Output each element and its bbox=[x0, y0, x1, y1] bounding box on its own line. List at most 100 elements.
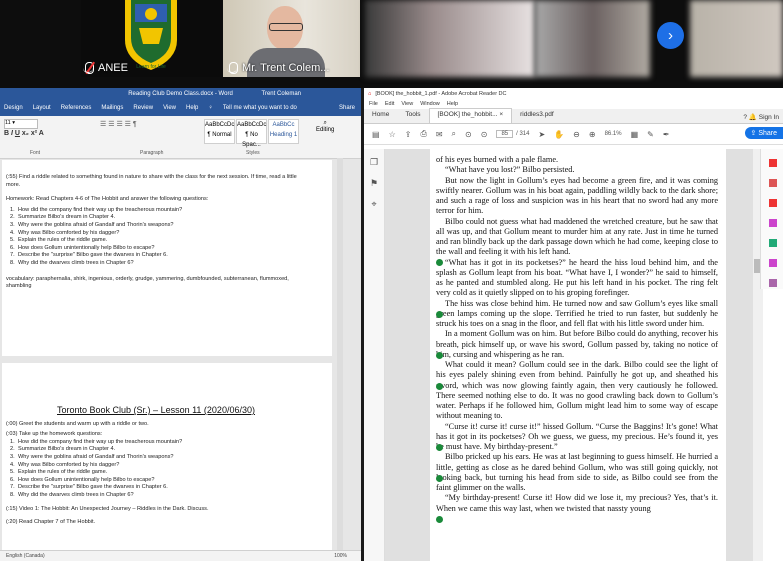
bookmark-star-icon[interactable]: ☆ bbox=[389, 130, 396, 139]
tab-review[interactable]: Review bbox=[133, 105, 153, 111]
upload-icon[interactable]: ⇪ bbox=[405, 130, 412, 139]
word-title-bar: Reading Club Demo Class.docx - Word Tren… bbox=[0, 88, 361, 100]
bookmarks-panel-icon[interactable]: ⚑ bbox=[364, 178, 384, 189]
word-title: Reading Club Demo Class.docx - Word bbox=[128, 91, 233, 97]
next-page-icon[interactable]: ⊙ bbox=[481, 130, 488, 139]
school-logo: Learn for Life bbox=[125, 0, 177, 70]
create-pdf-icon[interactable]: ▤ bbox=[372, 130, 380, 139]
video-line: (:15) Video 1: The Hobbit: An Unexpected… bbox=[6, 505, 209, 512]
select-cursor-icon[interactable]: ➤ bbox=[538, 130, 545, 139]
zoom-in-icon[interactable]: ⊕ bbox=[589, 130, 596, 139]
annotation-dot[interactable] bbox=[436, 516, 443, 523]
paragraph-group-label: Paragraph bbox=[140, 150, 164, 156]
mic-icon bbox=[227, 62, 238, 74]
find-icon[interactable]: ⌕ bbox=[452, 129, 456, 139]
pdf-paragraph: But now the light in Gollum’s eyes had b… bbox=[436, 175, 718, 216]
zoom-level[interactable]: 100% bbox=[334, 553, 347, 559]
greet-line: (:00) Greet the students and warm up wit… bbox=[6, 420, 149, 427]
menu-edit[interactable]: Edit bbox=[385, 101, 394, 107]
style-heading1[interactable]: AaBbCc Heading 1 bbox=[268, 119, 299, 144]
export-pdf-icon[interactable] bbox=[769, 159, 777, 167]
video-tile-anee[interactable]: Learn for Life ANEE bbox=[81, 0, 222, 77]
pages-panel-icon[interactable]: ❐ bbox=[364, 157, 384, 168]
tab-design[interactable]: Design bbox=[4, 105, 23, 111]
video-tile-blurred-2[interactable] bbox=[535, 0, 650, 77]
organize-pages-icon[interactable] bbox=[769, 239, 777, 247]
language-status: English (Canada) bbox=[6, 553, 45, 559]
tab-help[interactable]: Help bbox=[186, 105, 198, 111]
pdf-window: ⌂ [BOOK] the_hobbit_1.pdf - Adobe Acroba… bbox=[364, 88, 783, 561]
pdf-title: [BOOK] the_hobbit_1.pdf - Adobe Acrobat … bbox=[375, 90, 507, 97]
menu-window[interactable]: Window bbox=[420, 101, 440, 107]
word-ribbon: 11 ▾ B I U x₂ x² A ☰ ☰ ☰ ☰ ¶ AaBbCcDc ¶ N… bbox=[0, 116, 361, 159]
paragraph-buttons[interactable]: ☰ ☰ ☰ ☰ ¶ bbox=[100, 120, 137, 128]
tell-me-box[interactable]: Tell me what you want to do bbox=[223, 105, 297, 111]
tab-riddles-pdf[interactable]: riddles3.pdf bbox=[512, 109, 562, 123]
annotation-dot[interactable] bbox=[436, 311, 443, 318]
zoom-level-field[interactable]: 86.1% bbox=[605, 131, 622, 137]
print-icon[interactable]: ⎙ bbox=[420, 129, 426, 139]
word-window: Reading Club Demo Class.docx - Word Tren… bbox=[0, 88, 361, 561]
tab-references[interactable]: References bbox=[61, 105, 92, 111]
fit-page-icon[interactable]: ▦ bbox=[631, 130, 639, 139]
word-share-button[interactable]: Share bbox=[339, 105, 355, 111]
pdf-tool-pane bbox=[760, 149, 783, 289]
envelope-icon[interactable]: ✉ bbox=[436, 130, 443, 139]
word-scrollbar[interactable] bbox=[337, 158, 343, 553]
prev-page-icon[interactable]: ⊙ bbox=[465, 130, 472, 139]
video-tile-trent[interactable]: Mr. Trent Colem... bbox=[223, 0, 360, 77]
pdf-paragraph: Bilbo could not guess what had maddened … bbox=[436, 216, 718, 257]
sign-icon[interactable]: ✒ bbox=[663, 130, 670, 139]
tab-layout[interactable]: Layout bbox=[33, 105, 51, 111]
annotation-dot[interactable] bbox=[436, 259, 443, 266]
pdf-left-panel: ❐ ⚑ ⌖ bbox=[364, 149, 385, 561]
more-tools-icon[interactable] bbox=[769, 279, 777, 287]
style-normal[interactable]: AaBbCcDc ¶ Normal bbox=[204, 119, 235, 144]
edit-pdf-icon[interactable] bbox=[769, 199, 777, 207]
hand-tool-icon[interactable]: ✋ bbox=[554, 130, 564, 139]
pdf-paragraph: “What has it got in its pocketses?” he h… bbox=[436, 257, 718, 298]
annotation-dot[interactable] bbox=[436, 444, 443, 451]
sign-in-link[interactable]: ? 🔔 Sign In bbox=[743, 113, 779, 123]
word-page-2[interactable]: Toronto Book Club (Sr.) – Lesson 11 (202… bbox=[2, 363, 332, 553]
zoom-out-icon[interactable]: ⊖ bbox=[573, 130, 580, 139]
tab-hobbit-pdf[interactable]: [BOOK] the_hobbit... × bbox=[428, 108, 513, 123]
annotation-dot[interactable] bbox=[436, 352, 443, 359]
tab-view[interactable]: View bbox=[163, 105, 176, 111]
tab-home[interactable]: Home bbox=[364, 109, 397, 123]
page-number-field[interactable]: 85 bbox=[496, 130, 514, 138]
lightbulb-icon: ♀ bbox=[208, 105, 213, 111]
pdf-paragraph: “What have you lost?” Bilbo persisted. bbox=[445, 165, 575, 175]
style-no-spacing[interactable]: AaBbCcDc ¶ No Spac... bbox=[236, 119, 267, 148]
pdf-paragraph: What could it mean? Gollum could see in … bbox=[436, 360, 718, 421]
editing-button[interactable]: ⌕ Editing bbox=[316, 120, 334, 133]
next-page-arrow-icon[interactable]: › bbox=[657, 22, 684, 49]
mic-muted-icon bbox=[83, 62, 94, 74]
pdf-share-button[interactable]: ⇪ Share bbox=[744, 127, 783, 139]
annotation-dot[interactable] bbox=[436, 475, 443, 482]
vocab-line: vocabulary: paraphernalia, shirk, ingeni… bbox=[6, 275, 289, 290]
pdf-paragraph: Bilbo pricked up his ears. He was at las… bbox=[436, 452, 718, 492]
create-pdf-tool-icon[interactable] bbox=[769, 179, 777, 187]
participant-name: ANEE bbox=[98, 62, 128, 74]
font-format-buttons[interactable]: B I U x₂ x² A bbox=[4, 130, 44, 137]
menu-help[interactable]: Help bbox=[447, 101, 458, 107]
menu-file[interactable]: File bbox=[369, 101, 378, 107]
video-tile-blurred-3[interactable] bbox=[690, 0, 783, 77]
fill-sign-icon[interactable] bbox=[769, 259, 777, 267]
font-group-label: Font bbox=[30, 150, 41, 156]
tab-tools[interactable]: Tools bbox=[397, 109, 428, 123]
attachments-panel-icon[interactable]: ⌖ bbox=[364, 199, 384, 210]
word-page-1[interactable]: (:55) Find a riddle related to something… bbox=[2, 160, 332, 356]
homework-line: Homework: Read Chapters 4-6 of The Hobbi… bbox=[6, 196, 209, 203]
video-tile-blurred-1[interactable] bbox=[365, 0, 535, 77]
tab-mailings[interactable]: Mailings bbox=[101, 105, 123, 111]
pdf-menu-bar: File Edit View Window Help bbox=[364, 99, 783, 109]
annotation-dot[interactable] bbox=[436, 383, 443, 390]
menu-view[interactable]: View bbox=[401, 101, 413, 107]
pdf-page-text[interactable]: of his eyes burned with a pale flame. “W… bbox=[436, 155, 718, 514]
font-size-field[interactable]: 11 ▾ bbox=[4, 119, 38, 129]
read-line: (:20) Read Chapter 7 of The Hobbit. bbox=[6, 519, 96, 526]
comment-icon[interactable]: ✎ bbox=[647, 130, 654, 139]
comment-tool-icon[interactable] bbox=[769, 219, 777, 227]
